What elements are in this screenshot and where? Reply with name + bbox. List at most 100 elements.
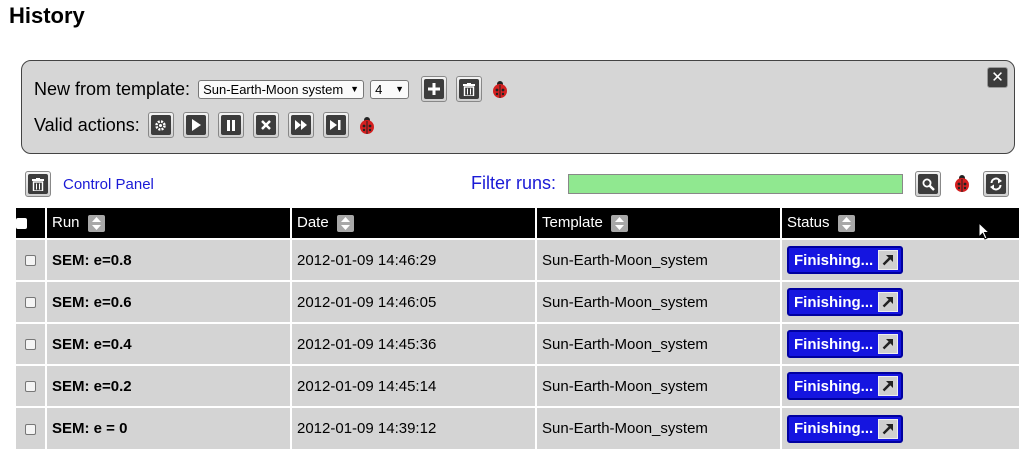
count-select-value: 4 — [375, 81, 383, 97]
runs-table: Run Date Template Status SEM: e=0.8 2012… — [16, 208, 1019, 449]
plus-icon — [424, 79, 445, 99]
fast-forward-icon — [290, 115, 311, 135]
row-select-cell — [16, 406, 47, 449]
run-status-cell: Finishing... — [781, 406, 1019, 449]
ladybug-icon[interactable] — [953, 173, 971, 193]
status-label: Finishing... — [794, 420, 874, 437]
chevron-down-icon: ▼ — [350, 84, 360, 94]
run-status-cell: Finishing... — [781, 280, 1019, 323]
run-name[interactable]: SEM: e=0.8 — [52, 252, 132, 269]
row-checkbox[interactable] — [25, 339, 36, 351]
external-link-icon — [878, 250, 899, 270]
run-date: 2012-01-09 14:46:05 — [291, 280, 537, 323]
table-row[interactable]: SEM: e=0.6 2012-01-09 14:46:05 Sun-Earth… — [16, 280, 1019, 323]
delete-runs-button[interactable] — [25, 171, 51, 197]
row-select-cell — [16, 238, 47, 281]
status-button[interactable]: Finishing... — [787, 288, 904, 316]
run-date: 2012-01-09 14:46:29 — [291, 238, 537, 281]
stop-button[interactable] — [252, 112, 279, 138]
table-row[interactable]: SEM: e=0.8 2012-01-09 14:46:29 Sun-Earth… — [16, 238, 1019, 281]
row-select-cell — [16, 364, 47, 407]
run-template: Sun-Earth-Moon_system — [536, 322, 782, 365]
row-select-cell — [16, 322, 47, 365]
ladybug-icon[interactable] — [358, 115, 376, 135]
filter-runs-label: Filter runs: — [471, 173, 557, 193]
configure-button[interactable] — [147, 112, 174, 138]
row-checkbox[interactable] — [25, 297, 36, 309]
refresh-icon — [986, 174, 1006, 194]
pause-button[interactable] — [217, 112, 244, 138]
status-button[interactable]: Finishing... — [787, 330, 904, 358]
valid-actions-label: Valid actions: — [34, 114, 140, 135]
delete-template-button[interactable] — [456, 76, 483, 102]
filter-runs-input[interactable] — [568, 174, 903, 194]
column-header-date[interactable]: Date — [291, 208, 537, 239]
close-panel-button[interactable]: ✕ — [987, 67, 1008, 88]
stop-icon — [255, 115, 276, 135]
external-link-icon — [878, 334, 899, 354]
run-template: Sun-Earth-Moon_system — [536, 280, 782, 323]
skip-icon — [325, 115, 346, 135]
run-name[interactable]: SEM: e=0.6 — [52, 294, 132, 311]
sort-icon[interactable] — [87, 214, 105, 232]
row-checkbox[interactable] — [25, 423, 36, 435]
add-template-button[interactable] — [421, 76, 448, 102]
count-select[interactable]: 4 ▼ — [370, 79, 410, 99]
select-all-header — [16, 208, 47, 239]
table-row[interactable]: SEM: e = 0 2012-01-09 14:39:12 Sun-Earth… — [16, 406, 1019, 449]
column-header-label: Date — [297, 214, 329, 232]
run-date: 2012-01-09 14:39:12 — [291, 406, 537, 449]
status-label: Finishing... — [794, 377, 874, 395]
run-name[interactable]: SEM: e=0.4 — [52, 336, 132, 353]
column-header-template[interactable]: Template — [536, 208, 782, 239]
gear-icon — [150, 115, 171, 135]
search-button[interactable] — [915, 171, 941, 197]
run-name[interactable]: SEM: e=0.2 — [52, 378, 132, 395]
run-name[interactable]: SEM: e = 0 — [52, 420, 127, 437]
external-link-icon — [878, 376, 899, 396]
sort-icon[interactable] — [611, 214, 629, 232]
status-button[interactable]: Finishing... — [787, 414, 904, 443]
run-status-cell: Finishing... — [781, 238, 1019, 281]
row-checkbox[interactable] — [25, 255, 36, 267]
valid-actions-row: Valid actions: — [34, 112, 376, 138]
refresh-button[interactable] — [983, 171, 1009, 197]
select-all-checkbox[interactable] — [16, 218, 27, 230]
status-button[interactable]: Finishing... — [787, 246, 904, 274]
run-name-cell: SEM: e=0.4 — [46, 322, 292, 365]
external-link-icon — [878, 292, 899, 312]
column-header-run[interactable]: Run — [46, 208, 292, 239]
run-status-cell: Finishing... — [781, 364, 1019, 407]
column-header-label: Run — [52, 214, 80, 232]
pause-icon — [220, 115, 241, 135]
sort-icon[interactable] — [837, 214, 855, 232]
actions-panel: New from template: Sun-Earth-Moon system… — [21, 60, 1015, 154]
control-panel-link[interactable]: Control Panel — [63, 176, 154, 193]
run-template: Sun-Earth-Moon_system — [536, 364, 782, 407]
new-from-template-label: New from template: — [34, 78, 191, 99]
run-name-cell: SEM: e=0.2 — [46, 364, 292, 407]
status-label: Finishing... — [794, 335, 874, 353]
play-button[interactable] — [182, 112, 209, 138]
status-button[interactable]: Finishing... — [787, 372, 904, 400]
run-name-cell: SEM: e=0.6 — [46, 280, 292, 323]
column-header-label: Status — [787, 214, 830, 232]
run-date: 2012-01-09 14:45:14 — [291, 364, 537, 407]
run-template: Sun-Earth-Moon_system — [536, 406, 782, 449]
ladybug-icon[interactable] — [491, 79, 509, 99]
sort-icon[interactable] — [336, 214, 354, 232]
status-label: Finishing... — [794, 293, 874, 311]
table-row[interactable]: SEM: e=0.2 2012-01-09 14:45:14 Sun-Earth… — [16, 364, 1019, 407]
fast-forward-button[interactable] — [287, 112, 314, 138]
mouse-cursor-icon — [978, 222, 990, 240]
table-header-row: Run Date Template Status — [16, 208, 1019, 239]
close-icon: ✕ — [991, 69, 1004, 86]
table-row[interactable]: SEM: e=0.4 2012-01-09 14:45:36 Sun-Earth… — [16, 322, 1019, 365]
skip-button[interactable] — [322, 112, 349, 138]
row-checkbox[interactable] — [25, 381, 36, 393]
status-label: Finishing... — [794, 251, 874, 269]
row-select-cell — [16, 280, 47, 323]
play-icon — [185, 115, 206, 135]
new-from-template-row: New from template: Sun-Earth-Moon system… — [34, 76, 509, 102]
template-select[interactable]: Sun-Earth-Moon system ▼ — [198, 79, 365, 99]
